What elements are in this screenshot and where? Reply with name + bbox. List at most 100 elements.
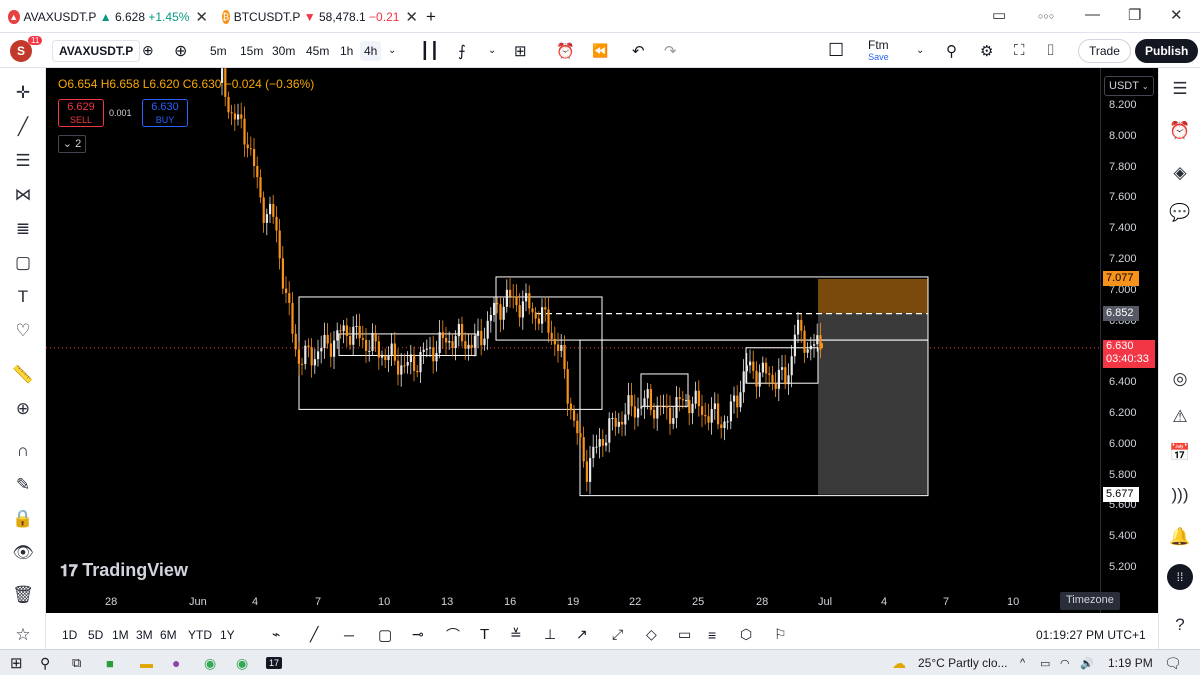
- long-position-icon[interactable]: ⊥: [544, 620, 556, 649]
- label-icon[interactable]: ⬡: [740, 620, 752, 649]
- sell-button[interactable]: 6.629 SELL: [58, 99, 104, 127]
- alerts-clock-icon[interactable]: ⏰: [1165, 116, 1195, 146]
- range-1y[interactable]: 1Y: [220, 620, 235, 649]
- time-axis[interactable]: 28 Jun 4 7 10 13 16 19 22 25 28 Jul 4 7 10 Timezone: [46, 590, 1120, 613]
- notifications-bell-icon[interactable]: 🔔: [1165, 522, 1195, 552]
- hide-icon[interactable]: 👁: [8, 538, 38, 568]
- buy-button[interactable]: 6.630 BUY: [142, 99, 188, 127]
- chart-pane[interactable]: [46, 60, 1100, 613]
- icons-heart-icon[interactable]: ♡: [8, 316, 38, 346]
- hotlists-icon[interactable]: ⚠: [1165, 402, 1195, 432]
- interval-4h-active[interactable]: 4h: [360, 33, 382, 68]
- fullscreen-icon[interactable]: ⛶: [1014, 33, 1025, 68]
- trash-icon[interactable]: 🗑: [8, 580, 38, 610]
- line-tool-icon[interactable]: ╱: [310, 620, 318, 649]
- close-window-icon[interactable]: ✕: [1170, 6, 1183, 24]
- templates-icon[interactable]: ⊞: [514, 33, 527, 68]
- calendar-icon[interactable]: 📅: [1165, 438, 1195, 468]
- layout-save-button[interactable]: Ftm Save: [868, 33, 889, 68]
- range-1d[interactable]: 1D: [62, 620, 77, 649]
- price-axis[interactable]: USDT ⌄ 8.200 8.000 7.800 7.600 7.400 7.200 7.0…: [1100, 68, 1158, 613]
- trade-button[interactable]: Trade: [1078, 33, 1131, 68]
- publish-button[interactable]: Publish: [1135, 33, 1199, 68]
- alert-icon[interactable]: ⏰: [556, 33, 575, 68]
- chat-icon[interactable]: 💬: [1165, 198, 1195, 228]
- new-tab-icon[interactable]: +: [426, 4, 436, 29]
- lock-app-icon[interactable]: ■: [106, 650, 114, 676]
- candles-icon[interactable]: ┃┃: [420, 33, 439, 68]
- redo-icon[interactable]: ↷: [664, 33, 677, 68]
- settings-icon[interactable]: ⚙: [980, 33, 993, 68]
- timezone-button[interactable]: Timezone: [1060, 592, 1120, 610]
- interval-15m[interactable]: 15m: [240, 33, 263, 68]
- folder-icon[interactable]: ▬: [140, 650, 153, 676]
- ray-icon[interactable]: ⊸: [412, 620, 424, 649]
- price-note-icon[interactable]: ≚: [510, 620, 522, 649]
- minimize-icon[interactable]: —: [1085, 6, 1100, 23]
- utc-clock[interactable]: 01:19:27 PM UTC+1: [1036, 620, 1146, 649]
- list-icon[interactable]: ≡: [708, 620, 716, 649]
- range-ytd[interactable]: YTD: [188, 620, 212, 649]
- text-tool-icon[interactable]: T: [480, 620, 489, 649]
- replay-icon[interactable]: ⏪: [592, 33, 608, 68]
- restore-icon[interactable]: ❐: [1128, 6, 1141, 24]
- network-icon[interactable]: ◠: [1060, 650, 1070, 676]
- chrome-icon[interactable]: ◉: [204, 650, 216, 676]
- volume-icon[interactable]: 🔊: [1080, 650, 1094, 676]
- watchlist-icon[interactable]: ☰: [1165, 74, 1195, 104]
- rectangle-icon[interactable]: ▢: [378, 620, 392, 649]
- tab-btcusdt[interactable]: ₿ BTCUSDT.P ▼ 58,478.1 −0.21 ✕: [222, 4, 418, 29]
- watchlist-icon[interactable]: ⊕: [142, 33, 154, 68]
- indicators-icon[interactable]: ⨍: [458, 33, 466, 68]
- lock-drawing-icon[interactable]: ✎: [8, 470, 38, 500]
- interval-45m[interactable]: 45m: [306, 33, 329, 68]
- interval-dropdown-icon[interactable]: ⌄: [388, 33, 396, 68]
- prediction-icon[interactable]: ≣: [8, 214, 38, 244]
- zoom-in-icon[interactable]: ⊕: [8, 394, 38, 424]
- range-5d[interactable]: 5D: [88, 620, 103, 649]
- undo-icon[interactable]: ↶: [632, 33, 645, 68]
- ideas-stream-icon[interactable]: ))): [1165, 480, 1195, 510]
- battery-icon[interactable]: ▭: [1040, 650, 1050, 676]
- indicators-collapse-button[interactable]: ⌄ 2: [58, 135, 86, 153]
- range-1m[interactable]: 1M: [112, 620, 129, 649]
- measure-icon[interactable]: ⤢: [612, 620, 623, 649]
- notifications-center-icon[interactable]: 🗨: [1164, 650, 1182, 676]
- shapes-icon[interactable]: ▢: [8, 248, 38, 278]
- tab-avaxusdt[interactable]: ▲ AVAXUSDT.P ▲ 6.628 +1.45% ✕: [8, 4, 208, 29]
- path-icon[interactable]: ⌁: [272, 620, 280, 649]
- pattern-icon[interactable]: ⋈: [8, 180, 38, 210]
- fib-icon[interactable]: ☰: [8, 146, 38, 176]
- magnet-icon[interactable]: ∩: [8, 436, 38, 466]
- tradingview-app-icon[interactable]: 17: [266, 650, 283, 676]
- trend-line-icon[interactable]: ╱: [8, 112, 38, 142]
- currency-selector[interactable]: USDT ⌄: [1104, 76, 1154, 96]
- arrow-tool-icon[interactable]: ↗: [576, 620, 588, 649]
- ruler-icon[interactable]: 📏: [8, 360, 38, 390]
- avatar[interactable]: S 11: [10, 33, 43, 68]
- favorites-star-icon[interactable]: ☆: [8, 620, 38, 650]
- chrome-profile-icon[interactable]: ◉: [236, 650, 248, 676]
- range-6m[interactable]: 6M: [160, 620, 177, 649]
- fullscreen-checkbox-icon[interactable]: ☐: [828, 33, 844, 68]
- crosshair-icon[interactable]: ✛: [8, 78, 38, 108]
- symbol-search-button[interactable]: AVAXUSDT.P: [52, 33, 141, 68]
- compare-icon[interactable]: ⊕: [174, 33, 187, 68]
- tray-chevron-icon[interactable]: ^: [1020, 650, 1025, 676]
- weather-text[interactable]: 25°C Partly clo...: [918, 650, 1008, 676]
- text-icon[interactable]: T: [8, 282, 38, 312]
- curve-icon[interactable]: ⌒: [446, 620, 460, 649]
- layout-icon[interactable]: ▭: [992, 6, 1006, 24]
- lock-icon[interactable]: 🔒: [8, 504, 38, 534]
- interval-5m[interactable]: 5m: [210, 33, 227, 68]
- data-window-icon[interactable]: ◎: [1165, 364, 1195, 394]
- task-view-icon[interactable]: ⧉: [72, 650, 81, 676]
- more-icon[interactable]: ○○○: [1038, 11, 1054, 21]
- search-icon[interactable]: ⚲: [40, 650, 50, 676]
- products-grid-icon[interactable]: ⁞⁞: [1165, 562, 1195, 592]
- help-icon[interactable]: ?: [1165, 610, 1195, 640]
- system-time[interactable]: 1:19 PM: [1108, 650, 1153, 676]
- flag-icon[interactable]: ⚐: [774, 620, 787, 649]
- object-tree-icon[interactable]: ◈: [1165, 158, 1195, 188]
- close-tab-icon[interactable]: ✕: [195, 8, 208, 26]
